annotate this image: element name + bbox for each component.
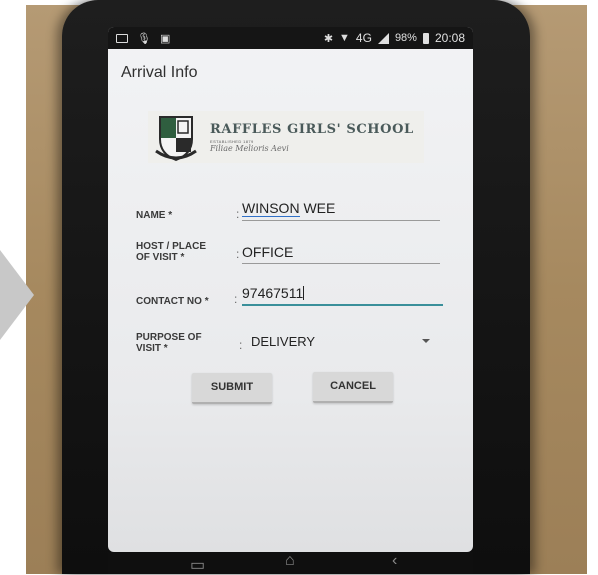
signal-icon	[377, 32, 389, 44]
contact-label: CONTACT NO *	[136, 296, 209, 307]
cancel-button[interactable]: CANCEL	[313, 372, 393, 403]
back-icon[interactable]: ‹	[392, 552, 397, 570]
host-input[interactable]: OFFICE	[242, 244, 440, 264]
purpose-label-line1: PURPOSE OF	[136, 332, 202, 343]
contact-input[interactable]: 97467511	[242, 285, 443, 306]
school-crest-icon	[155, 116, 197, 162]
text-cursor	[303, 286, 305, 300]
microphone-icon: 🎙	[137, 32, 151, 45]
sim-icon: ▣	[159, 32, 171, 45]
host-label-line1: HOST / PLACE	[136, 241, 207, 252]
name-label: NAME *	[136, 210, 173, 221]
recent-apps-icon[interactable]: ▭	[190, 555, 205, 575]
submit-button[interactable]: SUBMIT	[192, 373, 272, 404]
name-first-word: WINSON	[242, 200, 300, 217]
home-icon[interactable]: ⌂	[285, 552, 295, 570]
contact-value: 97467511	[242, 285, 304, 301]
host-colon: :	[236, 247, 240, 261]
signal-type: 4G	[355, 31, 372, 45]
phone-screen: 🎙 ▣ ✱ ▼ 4G 98% 20:08 Arrival Info RAFFLE…	[108, 27, 473, 552]
name-rest: WEE	[299, 200, 336, 216]
contact-colon: :	[234, 292, 238, 306]
purpose-colon: :	[239, 338, 243, 352]
battery-percent: 98%	[394, 32, 417, 44]
school-name: RAFFLES GIRLS' SCHOOL	[210, 121, 414, 137]
status-bar: 🎙 ▣ ✱ ▼ 4G 98% 20:08	[108, 27, 473, 49]
name-input[interactable]: WINSON WEE	[242, 200, 440, 221]
data-arrows-icon: ▼	[339, 32, 350, 44]
purpose-select[interactable]: DELIVERY	[248, 328, 438, 354]
dropdown-arrow-icon	[422, 339, 430, 343]
purpose-label: PURPOSE OF VISIT *	[136, 332, 202, 354]
prev-arrow-icon[interactable]	[0, 250, 34, 340]
host-label-line2: OF VISIT *	[136, 252, 185, 263]
image-icon	[116, 33, 128, 43]
host-label: HOST / PLACE OF VISIT *	[136, 241, 206, 263]
android-nav-bar: ▭ ⌂ ‹	[108, 552, 473, 574]
purpose-value: DELIVERY	[251, 334, 316, 349]
name-colon: :	[236, 207, 240, 221]
status-time: 20:08	[434, 31, 465, 45]
school-logo: RAFFLES GIRLS' SCHOOL ESTABLISHED 1879 F…	[148, 111, 424, 163]
purpose-label-line2: VISIT *	[136, 343, 168, 354]
school-motto: Filiae Melioris Aevi	[210, 143, 289, 153]
battery-icon	[422, 32, 429, 44]
bluetooth-icon: ✱	[323, 32, 334, 45]
page-title: Arrival Info	[121, 64, 198, 81]
